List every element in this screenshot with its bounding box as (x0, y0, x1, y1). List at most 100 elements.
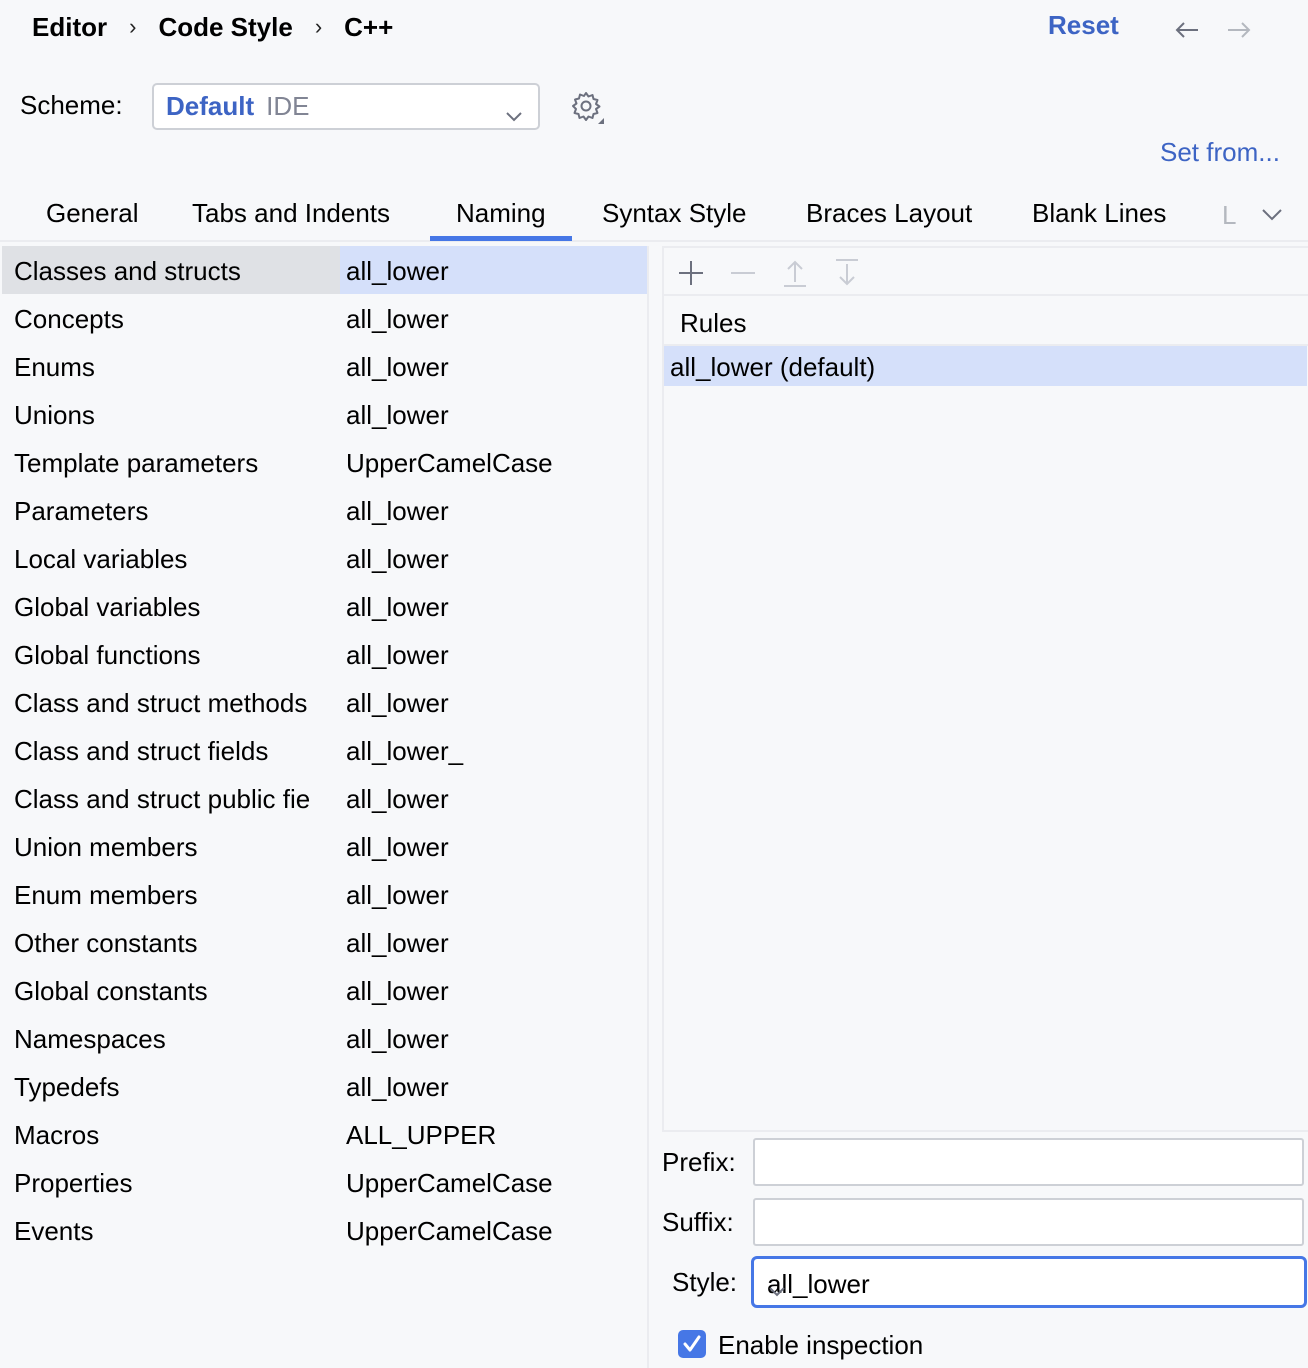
entity-name: Class and struct methods (14, 688, 308, 718)
list-item[interactable]: Parameters all_lower (2, 486, 647, 534)
breadcrumb-code-style[interactable]: Code Style (158, 12, 292, 43)
entity-style[interactable]: all_lower (346, 976, 449, 1007)
rules-panel: Rules all_lower (default) (662, 246, 1308, 1132)
gear-icon[interactable] (570, 90, 606, 126)
list-item[interactable]: Enums all_lower (2, 342, 647, 390)
move-up-icon[interactable] (780, 258, 810, 288)
tab-overflow-partial[interactable]: L (1222, 200, 1236, 231)
entity-name: Global variables (14, 592, 201, 622)
suffix-input[interactable] (753, 1198, 1304, 1246)
checkmark-icon (683, 1335, 701, 1352)
tab-blank-lines[interactable]: Blank Lines (1032, 198, 1166, 229)
move-down-icon[interactable] (832, 258, 862, 288)
style-dropdown[interactable]: all_lower (751, 1256, 1307, 1308)
tab-naming[interactable]: Naming (430, 198, 572, 241)
list-item[interactable]: Other constants all_lower (2, 918, 647, 966)
list-item[interactable]: Events UpperCamelCase (2, 1206, 647, 1254)
entity-name: Local variables (14, 544, 188, 574)
entity-name: Union members (14, 832, 198, 862)
entity-name: Other constants (14, 928, 198, 958)
rules-column-header: Rules (680, 308, 747, 338)
entity-style[interactable]: UpperCamelCase (346, 1168, 553, 1199)
tab-general[interactable]: General (46, 198, 139, 229)
entity-style[interactable]: all_lower (346, 256, 449, 287)
list-item[interactable]: Class and struct methods all_lower (2, 678, 647, 726)
list-item[interactable]: Typedefs all_lower (2, 1062, 647, 1110)
entity-style[interactable]: ALL_UPPER (346, 1120, 496, 1151)
remove-icon[interactable] (728, 258, 758, 288)
entity-style[interactable]: all_lower (346, 304, 449, 335)
entity-name: Unions (14, 400, 95, 430)
entity-style[interactable]: all_lower_ (346, 736, 463, 767)
entity-style[interactable]: all_lower (346, 688, 449, 719)
list-item[interactable]: Class and struct public fields all_lower (2, 774, 647, 822)
list-item[interactable]: Union members all_lower (2, 822, 647, 870)
list-item[interactable]: Namespaces all_lower (2, 1014, 647, 1062)
chevron-down-icon (504, 99, 524, 130)
entity-style[interactable]: all_lower (346, 928, 449, 959)
entity-name: Namespaces (14, 1024, 166, 1054)
chevron-right-icon: › (314, 14, 323, 39)
entity-name: Enum members (14, 880, 198, 910)
list-item[interactable]: Local variables all_lower (2, 534, 647, 582)
style-label: Style: (672, 1267, 738, 1297)
entity-style[interactable]: all_lower (346, 400, 449, 431)
entity-style[interactable]: all_lower (346, 784, 449, 815)
scheme-label: Scheme: (20, 90, 123, 120)
splitter[interactable] (647, 246, 662, 1368)
tab-braces-layout[interactable]: Braces Layout (806, 198, 972, 229)
list-item[interactable]: Global variables all_lower (2, 582, 647, 630)
entity-name: Concepts (14, 304, 124, 334)
tab-tabs-and-indents[interactable]: Tabs and Indents (192, 198, 390, 229)
entity-name: Classes and structs (14, 256, 241, 286)
tab-syntax-style[interactable]: Syntax Style (602, 198, 747, 229)
list-item[interactable]: Macros ALL_UPPER (2, 1110, 647, 1158)
list-item[interactable]: Unions all_lower (2, 390, 647, 438)
entity-name: Class and struct public fields (14, 784, 312, 814)
entity-style[interactable]: all_lower (346, 592, 449, 623)
list-item[interactable]: Global constants all_lower (2, 966, 647, 1014)
scheme-dropdown[interactable]: Default IDE (152, 83, 540, 130)
add-icon[interactable] (676, 258, 706, 288)
entity-style[interactable]: all_lower (346, 352, 449, 383)
set-from-link[interactable]: Set from... (1160, 137, 1280, 168)
entity-style[interactable]: all_lower (346, 832, 449, 863)
entity-name: Class and struct fields (14, 736, 269, 766)
entity-name: Enums (14, 352, 95, 382)
entity-name: Properties (14, 1168, 133, 1198)
entity-name: Typedefs (14, 1072, 120, 1102)
entity-style[interactable]: UpperCamelCase (346, 1216, 553, 1247)
naming-entity-list[interactable]: Classes and structs all_lower Concepts all_… (2, 246, 647, 1368)
entity-name: Global constants (14, 976, 208, 1006)
entity-style[interactable]: UpperCamelCase (346, 448, 553, 479)
entity-style[interactable]: all_lower (346, 1072, 449, 1103)
list-item[interactable]: Properties UpperCamelCase (2, 1158, 647, 1206)
entity-style[interactable]: all_lower (346, 880, 449, 911)
entity-style[interactable]: all_lower (346, 640, 449, 671)
chevron-right-icon: › (129, 14, 137, 39)
entity-style[interactable]: all_lower (346, 1024, 449, 1055)
entity-name: Macros (14, 1120, 100, 1150)
reset-link[interactable]: Reset (1048, 10, 1119, 41)
list-item[interactable]: Enum members all_lower (2, 870, 647, 918)
arrow-left-icon[interactable] (1172, 14, 1202, 44)
entity-name: Events (14, 1216, 94, 1246)
list-item[interactable]: Template parameters UpperCamelCase (2, 438, 647, 486)
list-item[interactable]: Classes and structs all_lower (2, 246, 647, 294)
entity-name: Template parameters (14, 448, 259, 478)
enable-inspection-label[interactable]: Enable inspection (718, 1330, 923, 1361)
list-item[interactable]: Class and struct fields all_lower_ (2, 726, 647, 774)
entity-style[interactable]: all_lower (346, 544, 449, 575)
rules-toolbar (664, 248, 1308, 296)
list-item[interactable]: Concepts all_lower (2, 294, 647, 342)
tab-bar: General Tabs and Indents Naming Syntax S… (0, 188, 1308, 242)
prefix-input[interactable] (753, 1138, 1304, 1186)
entity-style[interactable]: all_lower (346, 496, 449, 527)
rule-item-label: all_lower (default) (670, 352, 876, 382)
arrow-right-icon[interactable] (1224, 14, 1254, 44)
chevron-down-icon[interactable] (1260, 206, 1284, 227)
rule-item[interactable]: all_lower (default) (664, 346, 1307, 386)
enable-inspection-checkbox[interactable] (678, 1330, 706, 1358)
list-item[interactable]: Global functions all_lower (2, 630, 647, 678)
breadcrumb-editor[interactable]: Editor (32, 12, 107, 43)
